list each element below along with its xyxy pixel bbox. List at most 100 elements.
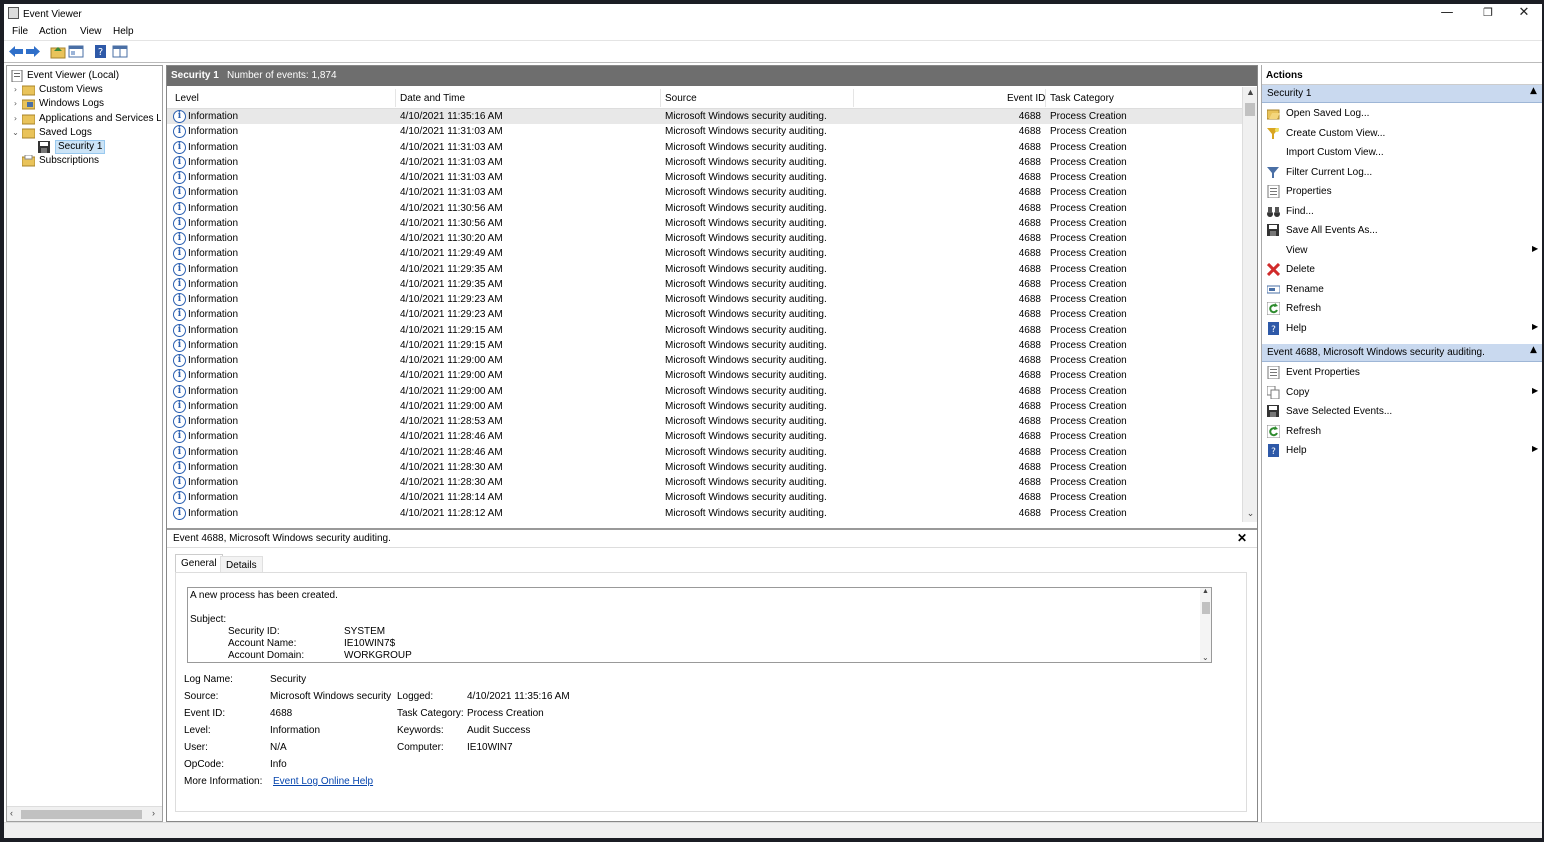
table-row[interactable]: i Information 4/10/2021 11:31:03 AM Microso… [167,170,1242,185]
cell-source: Microsoft Windows security auditing. [665,278,827,290]
action-filter-current-log[interactable]: Filter Current Log... [1262,163,1542,183]
description-scrollbar[interactable]: ▲ ⌄ [1200,587,1212,663]
scroll-thumb[interactable] [1202,602,1210,614]
actions-group-security-1[interactable]: Security 1 ▲ [1262,85,1542,103]
table-row[interactable]: i Information 4/10/2021 11:29:15 AM Microso… [167,323,1242,338]
table-row[interactable]: i Information 4/10/2021 11:29:00 AM Microso… [167,353,1242,368]
scroll-thumb[interactable] [21,810,142,819]
tree-item-event-viewer-local[interactable]: Event Viewer (Local) [9,69,159,83]
console-icon[interactable] [112,44,128,59]
events-vertical-scrollbar[interactable]: ▲ ⌄ [1242,87,1257,522]
scroll-thumb[interactable] [1245,103,1255,116]
actions-group-event-4688[interactable]: Event 4688, Microsoft Windows security a… [1262,344,1542,362]
event-description[interactable]: A new process has been created. Subject:… [187,587,1211,663]
tree-item-saved-logs[interactable]: ⌄ Saved Logs [11,126,161,140]
tab-general[interactable]: General [175,554,223,572]
cell-level: Information [188,324,239,336]
menu-view[interactable]: View [80,26,102,37]
table-row[interactable]: i Information 4/10/2021 11:28:30 AM Microso… [167,475,1242,490]
scroll-down-icon[interactable]: ⌄ [1202,653,1209,662]
table-row[interactable]: i Information 4/10/2021 11:29:00 AM Microso… [167,399,1242,414]
table-row[interactable]: i Information 4/10/2021 11:28:46 AM Microso… [167,445,1242,460]
table-row[interactable]: i Information 4/10/2021 11:31:03 AM Microso… [167,185,1242,200]
up-folder-icon[interactable] [50,44,66,59]
column-task-category[interactable]: Task Category [1050,93,1114,104]
table-row[interactable]: i Information 4/10/2021 11:30:56 AM Microso… [167,201,1242,216]
table-row[interactable]: i Information 4/10/2021 11:30:56 AM Microso… [167,216,1242,231]
help-icon[interactable]: ? [93,44,109,59]
table-row[interactable]: i Information 4/10/2021 11:31:03 AM Microso… [167,155,1242,170]
tree-item-custom-views[interactable]: › Custom Views [11,83,161,97]
event-log-online-help-link[interactable]: Event Log Online Help [273,776,373,787]
action-event-properties[interactable]: Event Properties [1262,363,1542,383]
minimize-button[interactable]: — [1430,5,1464,23]
action-save-all-events-as[interactable]: Save All Events As... [1262,221,1542,241]
account-domain-label: Account Domain: [228,650,305,661]
table-row[interactable]: i Information 4/10/2021 11:29:35 AM Microso… [167,277,1242,292]
scroll-up-icon[interactable]: ▲ [1243,87,1258,101]
column-date-time[interactable]: Date and Time [400,93,465,104]
back-icon[interactable] [8,44,24,59]
forward-icon[interactable] [25,44,41,59]
scroll-right-icon[interactable]: › [152,808,155,818]
tree-item-windows-logs[interactable]: › Windows Logs [11,97,161,111]
table-row[interactable]: i Information 4/10/2021 11:31:03 AM Microso… [167,124,1242,139]
table-row[interactable]: i Information 4/10/2021 11:28:30 AM Microso… [167,460,1242,475]
table-row[interactable]: i Information 4/10/2021 11:29:00 AM Microso… [167,368,1242,383]
table-row[interactable]: i Information 4/10/2021 11:29:23 AM Microso… [167,292,1242,307]
action-help[interactable]: ? Help ▶ [1262,441,1542,461]
chevron-down-icon[interactable]: ⌄ [11,126,20,140]
action-view[interactable]: View ▶ [1262,241,1542,261]
column-level[interactable]: Level [175,93,199,104]
action-open-saved-log[interactable]: Open Saved Log... [1262,104,1542,124]
table-row[interactable]: i Information 4/10/2021 11:30:20 AM Microso… [167,231,1242,246]
table-row[interactable]: i Information 4/10/2021 11:28:53 AM Microso… [167,414,1242,429]
restore-button[interactable]: ❐ [1471,5,1505,23]
menu-file[interactable]: File [12,26,28,37]
action-find[interactable]: Find... [1262,202,1542,222]
table-row[interactable]: i Information 4/10/2021 11:35:16 AM Microso… [167,109,1242,125]
action-refresh[interactable]: Refresh [1262,299,1542,319]
table-row[interactable]: i Information 4/10/2021 11:28:46 AM Microso… [167,429,1242,444]
close-button[interactable]: ✕ [1507,5,1541,23]
cell-task-category: Process Creation [1050,263,1127,275]
menu-help[interactable]: Help [113,26,134,37]
show-hide-tree-icon[interactable] [68,44,84,59]
table-row[interactable]: i Information 4/10/2021 11:29:35 AM Microso… [167,262,1242,277]
action-delete[interactable]: Delete [1262,260,1542,280]
scroll-down-icon[interactable]: ⌄ [1243,508,1258,522]
action-copy[interactable]: Copy ▶ [1262,383,1542,403]
collapse-icon[interactable]: ▲ [1530,86,1537,96]
scroll-left-icon[interactable]: ‹ [10,808,13,818]
table-row[interactable]: i Information 4/10/2021 11:28:12 AM Microso… [167,506,1242,521]
table-row[interactable]: i Information 4/10/2021 11:29:00 AM Microso… [167,384,1242,399]
table-row[interactable]: i Information 4/10/2021 11:29:15 AM Microso… [167,338,1242,353]
chevron-right-icon[interactable]: › [11,97,20,111]
menu-action[interactable]: Action [39,26,67,37]
cell-task-category: Process Creation [1050,156,1127,168]
collapse-icon[interactable]: ▲ [1530,345,1537,355]
table-row[interactable]: i Information 4/10/2021 11:31:03 AM Microso… [167,140,1242,155]
action-import-custom-view[interactable]: Import Custom View... [1262,143,1542,163]
action-rename[interactable]: Rename [1262,280,1542,300]
tree-horizontal-scrollbar[interactable]: ‹ › [7,806,162,821]
close-detail-icon[interactable]: ✕ [1237,531,1247,545]
table-row[interactable]: i Information 4/10/2021 11:29:49 AM Microso… [167,246,1242,261]
tab-details[interactable]: Details [220,556,263,572]
chevron-right-icon[interactable]: › [11,112,20,126]
chevron-right-icon[interactable]: › [11,83,20,97]
tree-item-applications-and-services[interactable]: › Applications and Services Lo [11,112,161,126]
table-row[interactable]: i Information 4/10/2021 11:29:23 AM Microso… [167,307,1242,322]
action-refresh[interactable]: Refresh [1262,422,1542,442]
action-create-custom-view[interactable]: Create Custom View... [1262,124,1542,144]
tree-item-subscriptions[interactable]: Subscriptions [11,154,161,168]
cell-level: Information [188,355,239,366]
column-source[interactable]: Source [665,93,697,104]
scroll-up-icon[interactable]: ▲ [1202,588,1209,595]
column-event-id[interactable]: Event ID [1007,93,1045,104]
action-properties[interactable]: Properties [1262,182,1542,202]
table-row[interactable]: i Information 4/10/2021 11:28:14 AM Microso… [167,490,1242,505]
action-save-selected-events[interactable]: Save Selected Events... [1262,402,1542,422]
action-help[interactable]: ? Help ▶ [1262,319,1542,339]
tree-item-security-1[interactable]: Security 1 [27,140,106,154]
